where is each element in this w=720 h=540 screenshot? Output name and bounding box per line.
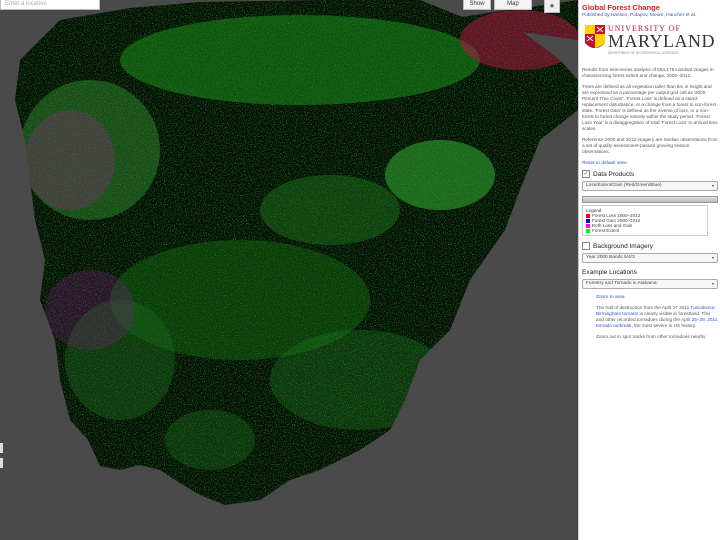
background-imagery-checkbox[interactable] bbox=[582, 242, 590, 250]
logo-maryland: MARYLAND bbox=[608, 31, 716, 51]
authors-link[interactable]: Published by Hansen, Potapov, Moore, Han… bbox=[582, 13, 718, 18]
map-type-button[interactable]: Map bbox=[494, 0, 532, 10]
example-locations-label: Example Locations bbox=[582, 269, 637, 276]
chevron-down-icon: ▾ bbox=[711, 183, 714, 188]
logo-subtitle: DEPARTMENT OF GEOGRAPHICAL SCIENCES bbox=[608, 51, 679, 55]
desc-text: The trail of destruction from the April … bbox=[596, 305, 690, 310]
map-view[interactable]: Enter a location Show Map ● bbox=[0, 0, 578, 540]
example-locations-value: Forestry and Tornado in Alabama bbox=[586, 281, 657, 286]
legend-item: Forest Extent bbox=[586, 228, 704, 233]
location-search-input[interactable]: Enter a location bbox=[0, 0, 100, 10]
data-products-section: ✓ Data Products bbox=[582, 170, 718, 178]
reset-view-link[interactable]: Reset to default view bbox=[582, 161, 718, 166]
legend: Legend Forest Loss 2000–2012 Forest Gain… bbox=[582, 205, 708, 236]
data-products-checkbox[interactable]: ✓ bbox=[582, 170, 590, 178]
background-imagery-label: Background Imagery bbox=[593, 242, 653, 250]
show-toggle-button[interactable]: Show bbox=[463, 0, 491, 10]
example-locations-select[interactable]: Forestry and Tornado in Alabama ▾ bbox=[582, 279, 718, 289]
pegman-icon[interactable]: ● bbox=[544, 0, 560, 13]
chevron-down-icon: ▾ bbox=[711, 281, 714, 286]
example-description: The trail of destruction from the April … bbox=[596, 305, 718, 329]
maryland-seal-icon bbox=[585, 25, 605, 48]
university-logo: UNIVERSITY OF MARYLAND DEPARTMENT OF GEO… bbox=[585, 24, 718, 62]
desc-text: , the most severe in US history. bbox=[631, 323, 697, 328]
background-imagery-section: Background Imagery bbox=[582, 242, 718, 250]
chevron-down-icon: ▾ bbox=[711, 255, 714, 260]
description-paragraph: Results from time-series analysis of 654… bbox=[582, 67, 714, 78]
definitions-paragraph: Trees are defined as all vegetation tall… bbox=[582, 84, 718, 131]
zoom-control[interactable] bbox=[0, 443, 3, 453]
background-imagery-select[interactable]: Year 2000 Bands 5/4/3 ▾ bbox=[582, 253, 718, 263]
info-panel: Global Forest Change Published by Hansen… bbox=[578, 0, 720, 540]
desc-text: is clearly visible in bbox=[639, 311, 678, 316]
legend-swatch bbox=[586, 228, 590, 233]
legend-swatch bbox=[586, 223, 590, 228]
opacity-slider[interactable] bbox=[582, 196, 718, 203]
legend-swatch bbox=[586, 218, 590, 223]
legend-swatch bbox=[586, 213, 590, 218]
background-imagery-value: Year 2000 Bands 5/4/3 bbox=[586, 255, 635, 260]
panel-title: Global Forest Change bbox=[582, 3, 660, 12]
legend-label: Forest Extent bbox=[592, 228, 620, 233]
desc-text: during the bbox=[659, 317, 680, 322]
zoom-to-area-link[interactable]: Zoom to area bbox=[596, 295, 718, 300]
zoom-tracks-text: Zoom out to spot tracks from other torna… bbox=[596, 334, 706, 339]
data-products-value: Loss/Extent/Gain (Red/Green/Blue) bbox=[586, 183, 662, 188]
zoom-control[interactable] bbox=[0, 458, 3, 468]
satellite-imagery bbox=[0, 0, 578, 540]
example-locations-section: Example Locations bbox=[582, 269, 718, 276]
reference-paragraph: Reference 2000 and 2012 imagery are medi… bbox=[582, 137, 718, 154]
data-products-select[interactable]: Loss/Extent/Gain (Red/Green/Blue) ▾ bbox=[582, 181, 718, 191]
data-products-label: Data Products bbox=[593, 170, 635, 178]
